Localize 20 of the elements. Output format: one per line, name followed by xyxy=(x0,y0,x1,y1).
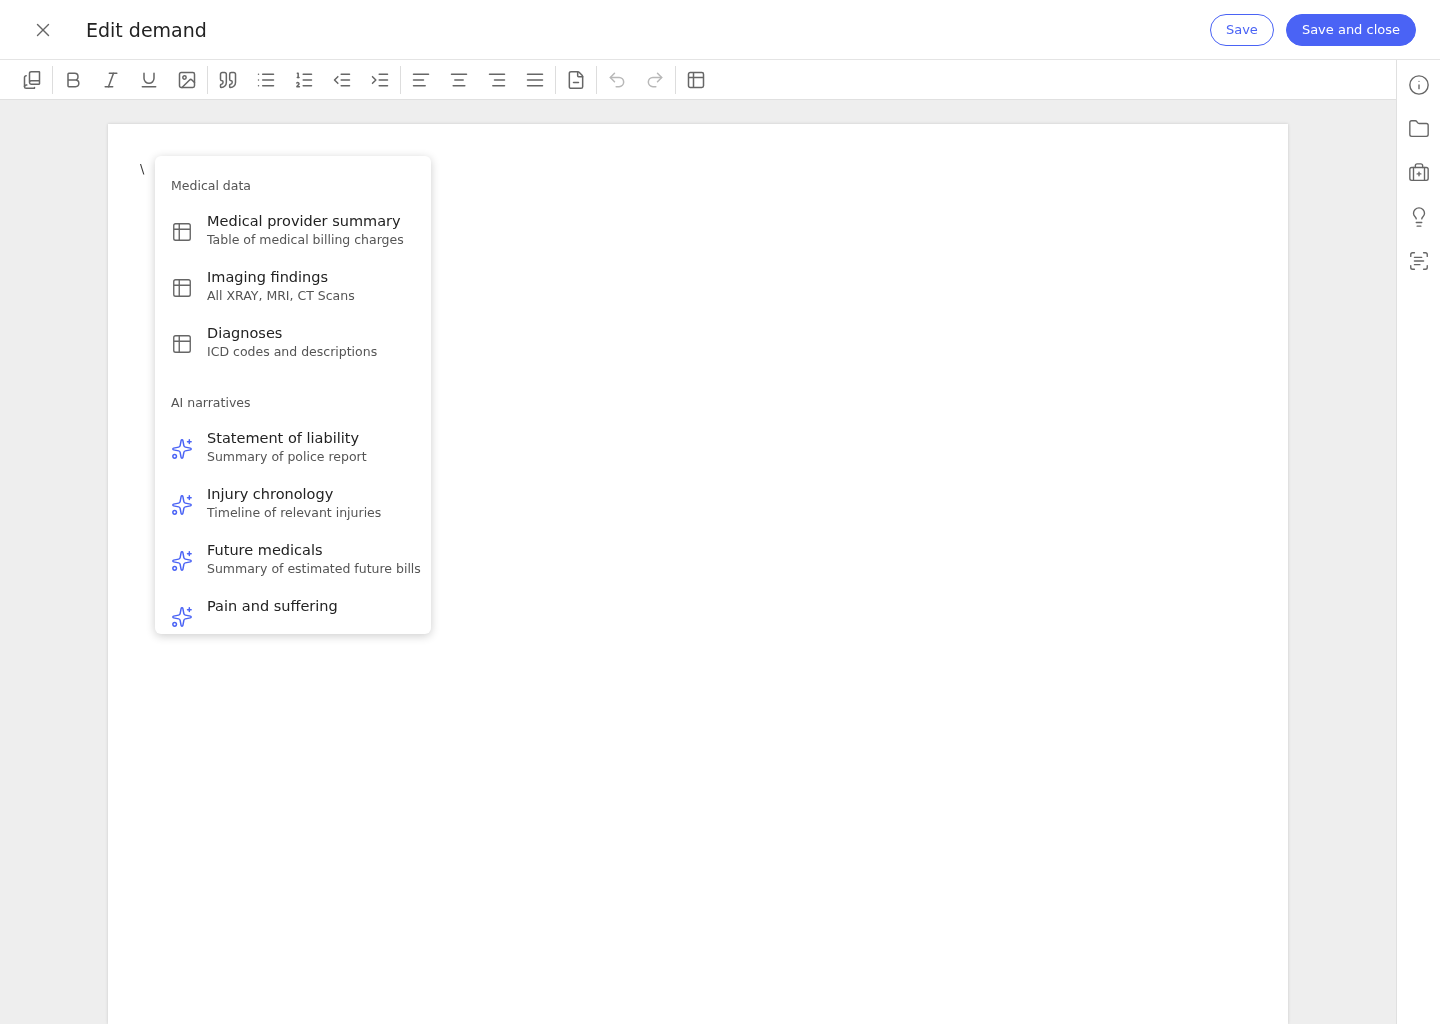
menu-item[interactable]: Medical provider summary Table of medical billing charges xyxy=(155,205,431,261)
sparkle-icon xyxy=(171,438,193,460)
typed-text: \ xyxy=(140,161,145,176)
section-heading: AI narratives xyxy=(170,394,252,412)
menu-item[interactable]: Statement of liability Summary of police report xyxy=(155,422,431,478)
table-icon xyxy=(171,333,193,355)
table-icon xyxy=(171,277,193,299)
section-heading: Medical data xyxy=(170,177,253,195)
save-button[interactable]: Save xyxy=(1209,13,1274,46)
sparkle-icon xyxy=(171,550,193,572)
save-button[interactable]: Save and close xyxy=(1285,13,1416,46)
menu-item[interactable]: Pain and suffering xyxy=(155,590,431,634)
menu-item[interactable]: Injury chronology Timeline of relevant injuries xyxy=(155,478,431,534)
menu-item[interactable]: Future medicals Summary of estimated future bills xyxy=(155,534,431,590)
sparkle-icon xyxy=(171,606,193,628)
menu-item[interactable]: Diagnoses ICD codes and descriptions xyxy=(155,317,431,373)
sparkle-icon xyxy=(171,494,193,516)
table-icon xyxy=(171,221,193,243)
menu-item[interactable]: Imaging findings All XRAY, MRI, CT Scans xyxy=(155,261,431,317)
page-title: Edit demand xyxy=(86,18,208,41)
